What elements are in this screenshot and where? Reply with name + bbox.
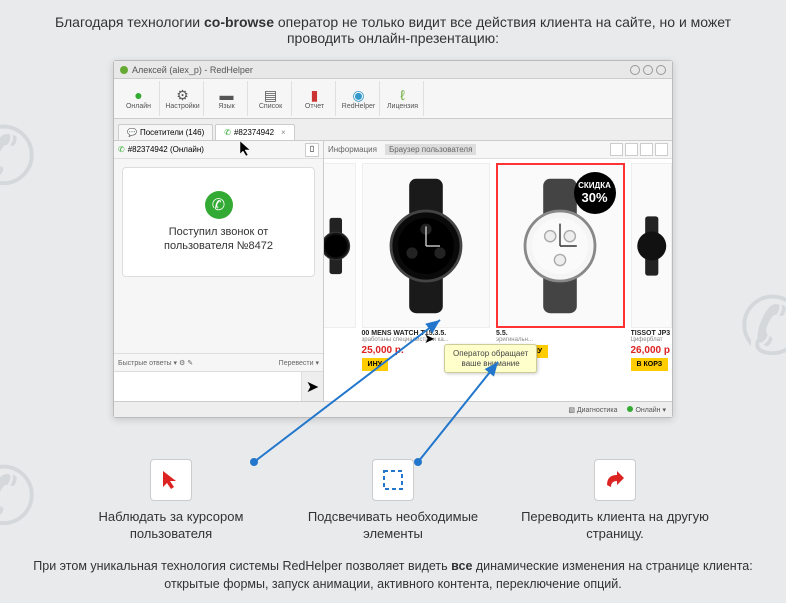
product-desc: эригинальн... xyxy=(496,337,624,343)
feature-highlight: Подсвечивать необходимые элементы xyxy=(298,459,488,543)
browser-tool-4[interactable] xyxy=(655,143,668,156)
add-to-cart-button[interactable]: ИНУ xyxy=(362,358,388,371)
incoming-call-card: ✆ Поступил звонок отпользователя №8472 xyxy=(122,167,315,277)
close-tab-icon[interactable]: × xyxy=(281,128,286,137)
browser-tool-3[interactable] xyxy=(640,143,653,156)
diagnostics-link[interactable]: ▧ Диагностика xyxy=(568,406,617,414)
feature-redirect: Переводить клиента на другую страницу. xyxy=(520,459,710,543)
features-row: Наблюдать за курсором пользователя Подсв… xyxy=(0,459,786,543)
add-to-cart-button[interactable]: В КОРЗ xyxy=(631,358,669,371)
watch-image xyxy=(381,176,471,316)
product-name: 5.5. xyxy=(496,330,624,337)
sale-badge: СКИДКА30% xyxy=(574,172,616,214)
report-icon: ▮ xyxy=(311,87,319,103)
browser-tool-1[interactable] xyxy=(610,143,623,156)
tab-visitors[interactable]: 💬Посетители (146) xyxy=(118,124,213,140)
app-window: Алексей (alex_p) - RedHelper ●Онлайн ⚙На… xyxy=(113,60,673,418)
tab-browser[interactable]: Браузер пользователя xyxy=(385,144,476,155)
highlighted-product: СКИДКА30% xyxy=(496,163,624,328)
client-browser-view: 00 MENS WATCH T15.3.5. зработаны специал… xyxy=(324,159,672,401)
titlebar: Алексей (alex_p) - RedHelper xyxy=(114,61,672,79)
toolbar: ●Онлайн ⚙Настройки ▬Язык ▤Список ▮Отчет … xyxy=(114,79,672,119)
close-button[interactable] xyxy=(656,65,666,75)
watch-image xyxy=(324,176,355,316)
status-online[interactable]: Онлайн ▾ xyxy=(627,406,666,414)
client-cursor-icon: ➤ xyxy=(424,331,435,347)
window-controls xyxy=(630,65,666,75)
session-id: #82374942 (Онлайн) xyxy=(128,145,204,154)
toolbar-settings[interactable]: ⚙Настройки xyxy=(162,81,204,116)
statusbar: ▧ Диагностика Онлайн ▾ xyxy=(114,401,672,417)
minimize-button[interactable] xyxy=(630,65,640,75)
product-name: TISSOT JP3 xyxy=(631,330,673,337)
globe-icon: ◉ xyxy=(352,87,364,103)
message-input[interactable] xyxy=(114,372,301,401)
quick-replies[interactable]: Быстрые ответы ▾ ⚙ ✎ xyxy=(118,359,193,367)
header-description: Благодаря технологии co-browse оператор … xyxy=(0,0,786,52)
operator-tooltip: Оператор обращаетваше внимание xyxy=(444,344,537,373)
user-button[interactable]: ▯ xyxy=(305,143,319,157)
watch-image xyxy=(632,176,672,316)
cursor-track-icon xyxy=(150,459,192,501)
toolbar-report[interactable]: ▮Отчет xyxy=(294,81,336,116)
product-desc: Циферблат xyxy=(631,337,673,343)
gear-icon: ⚙ xyxy=(176,87,189,103)
toolbar-language[interactable]: ▬Язык xyxy=(206,81,248,116)
key-icon: ℓ xyxy=(400,87,405,103)
tab-bar: 💬Посетители (146) ✆#82374942× xyxy=(114,119,672,141)
chat-icon: 💬 xyxy=(127,128,137,137)
redirect-arrow-icon xyxy=(594,459,636,501)
phone-icon: ✆ xyxy=(118,145,125,154)
app-status-dot xyxy=(120,66,128,74)
bg-phone-icon: ✆ xyxy=(0,110,37,203)
product-price: 26,000 р xyxy=(631,345,673,356)
bg-phone-icon: ✆ xyxy=(739,280,786,373)
browser-tool-2[interactable] xyxy=(625,143,638,156)
operator-cursor-icon xyxy=(239,140,255,158)
tab-session[interactable]: ✆#82374942× xyxy=(215,124,294,140)
footer-description: При этом уникальная технология системы R… xyxy=(0,558,786,593)
online-icon: ● xyxy=(134,87,142,103)
tab-info[interactable]: Информация xyxy=(328,145,377,154)
flag-icon: ▬ xyxy=(220,87,234,103)
send-button[interactable]: ➤ xyxy=(301,372,323,401)
highlight-box-icon xyxy=(372,459,414,501)
toolbar-online[interactable]: ●Онлайн xyxy=(118,81,160,116)
phone-icon: ✆ xyxy=(224,128,231,137)
window-title: Алексей (alex_p) - RedHelper xyxy=(132,65,253,75)
toolbar-list[interactable]: ▤Список xyxy=(250,81,292,116)
transfer-button[interactable]: Перевести ▾ xyxy=(279,359,319,367)
list-icon: ▤ xyxy=(264,87,277,103)
maximize-button[interactable] xyxy=(643,65,653,75)
chat-panel: ✆ #82374942 (Онлайн) ▯ ✆ Поступил звонок… xyxy=(114,141,324,401)
feature-cursor: Наблюдать за курсором пользователя xyxy=(76,459,266,543)
phone-circle-icon: ✆ xyxy=(205,191,233,219)
toolbar-redhelper[interactable]: ◉RedHelper xyxy=(338,81,380,116)
toolbar-license[interactable]: ℓЛицензия xyxy=(382,81,424,116)
cobrowse-panel: Информация Браузер пользователя xyxy=(324,141,672,401)
